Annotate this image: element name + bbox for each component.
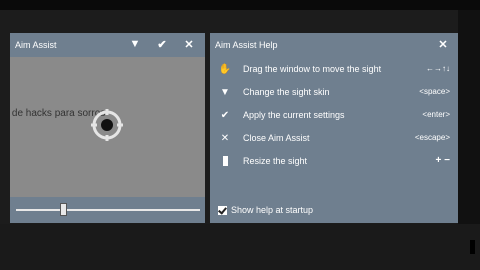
size-slider[interactable] [10, 197, 205, 223]
help-row-label: Close Aim Assist [243, 133, 310, 143]
help-row-close: ✕ Close Aim Assist <escape> [210, 131, 458, 147]
sight-canvas[interactable]: ón de hacks para sorros [10, 57, 205, 197]
help-title: Aim Assist Help [215, 40, 278, 50]
check-icon[interactable]: ✔ [155, 37, 169, 51]
help-row-skin: ▼ Change the sight skin <space> [210, 85, 458, 101]
triangle-down-icon: ▼ [220, 86, 230, 98]
background-edge [458, 10, 480, 224]
show-help-label: Show help at startup [231, 205, 314, 215]
help-row-key: <escape> [414, 133, 450, 142]
scrollbar-thumb[interactable] [470, 240, 475, 254]
rectangle-icon [218, 154, 232, 168]
close-icon: ✕ [220, 132, 230, 144]
aim-assist-window[interactable]: Aim Assist ▼ ✔ ✕ ón de hacks para sorros [10, 33, 205, 223]
window-title: Aim Assist [15, 40, 57, 50]
help-row-drag: ✋ Drag the window to move the sight ←→↑↓ [210, 62, 458, 78]
help-row-label: Resize the sight [243, 156, 308, 166]
show-help-checkbox[interactable]: Show help at startup [218, 205, 313, 215]
help-row-apply: ✔ Apply the current settings <enter> [210, 108, 458, 124]
title-bar[interactable]: Aim Assist ▼ ✔ ✕ [10, 33, 205, 57]
help-window[interactable]: Aim Assist Help ✕ ✋ Drag the window to m… [210, 33, 458, 223]
top-bar [0, 0, 480, 10]
checkbox-checked-icon[interactable] [218, 205, 227, 215]
check-icon: ✔ [220, 109, 230, 121]
slider-thumb[interactable] [60, 203, 68, 216]
help-row-label: Change the sight skin [243, 87, 330, 97]
help-row-key: + − [435, 155, 450, 166]
help-row-label: Drag the window to move the sight [243, 64, 382, 74]
help-row-key: ←→↑↓ [426, 64, 450, 73]
slider-track[interactable] [16, 209, 200, 211]
triangle-down-icon[interactable]: ▼ [128, 37, 142, 51]
close-icon[interactable]: ✕ [436, 37, 450, 51]
help-row-label: Apply the current settings [243, 110, 345, 120]
crosshair-icon[interactable] [91, 109, 123, 141]
bottom-bar [0, 224, 480, 270]
help-row-key: <space> [419, 87, 450, 96]
help-row-key: <enter> [422, 110, 450, 119]
help-row-resize: Resize the sight + − [210, 154, 458, 170]
close-icon[interactable]: ✕ [182, 37, 196, 51]
hand-icon: ✋ [218, 63, 232, 75]
